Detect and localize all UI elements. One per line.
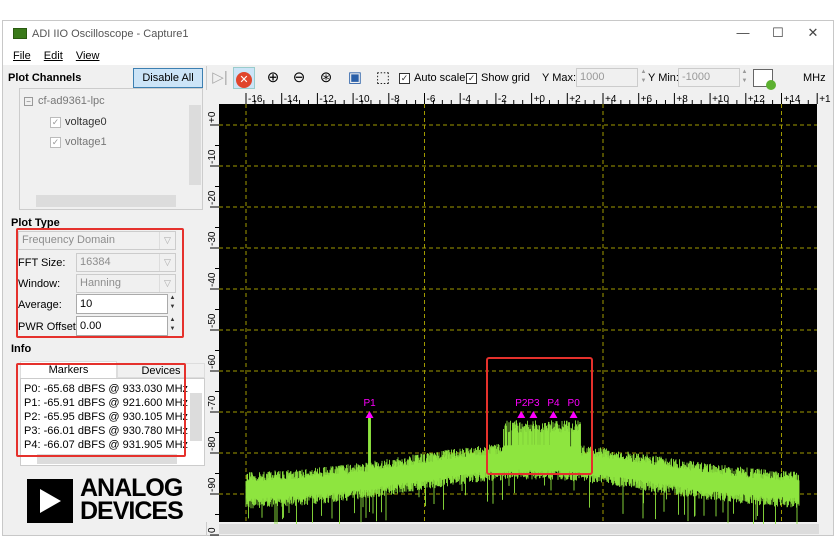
x-tick-label: -4 — [462, 94, 471, 105]
x-tick-label: +10 — [712, 94, 729, 105]
marker-label: P2 — [515, 398, 528, 409]
y-ruler — [205, 104, 219, 522]
x-tick-label: +8 — [676, 94, 688, 105]
x-tick-label: -2 — [498, 94, 507, 105]
x-tick-label: +2 — [569, 94, 581, 105]
x-tick-label: -10 — [355, 94, 370, 105]
y-tick-label: -20 — [207, 190, 218, 205]
y-tick-label: -70 — [207, 395, 218, 410]
x-tick-label: -16 — [248, 94, 263, 105]
y-tick-label: -40 — [207, 272, 218, 287]
x-tick-label: -8 — [391, 94, 400, 105]
x-tick-label: +1 — [819, 94, 831, 105]
y-tick-label: +0 — [207, 111, 218, 123]
x-tick-label: -6 — [427, 94, 436, 105]
x-tick-label: +12 — [748, 94, 765, 105]
app-window: ADI IIO Oscilloscope - Capture1 — ☐ ✕ Fi… — [2, 20, 834, 536]
y-tick-label: -90 — [207, 477, 218, 492]
marker-label: P1 — [364, 398, 377, 409]
y-tick-label: -60 — [207, 354, 218, 369]
marker-label: P3 — [527, 398, 540, 409]
x-tick-label: +14 — [784, 94, 801, 105]
marker-label: P0 — [568, 398, 581, 409]
y-tick-label: -80 — [207, 436, 218, 451]
marker-label: P4 — [547, 398, 560, 409]
x-tick-label: -14 — [284, 94, 299, 105]
plot-vscrollbar[interactable] — [819, 104, 833, 522]
spectrum-plot[interactable]: -16 -14 -12 -10 -8 -6 -4 -2 +0 +2 +4 +6 +8 +10 +12 +14 +… — [3, 21, 835, 537]
x-tick-label: +4 — [605, 94, 617, 105]
y-tick-label: -10 — [207, 149, 218, 164]
y-tick-label: 0 — [207, 527, 218, 533]
y-tick-label: -30 — [207, 231, 218, 246]
x-tick-label: +6 — [641, 94, 653, 105]
y-tick-label: -50 — [207, 313, 218, 328]
plot-hscrollbar[interactable] — [219, 524, 819, 534]
x-tick-label: -12 — [319, 94, 334, 105]
x-tick-label: +0 — [534, 94, 546, 105]
